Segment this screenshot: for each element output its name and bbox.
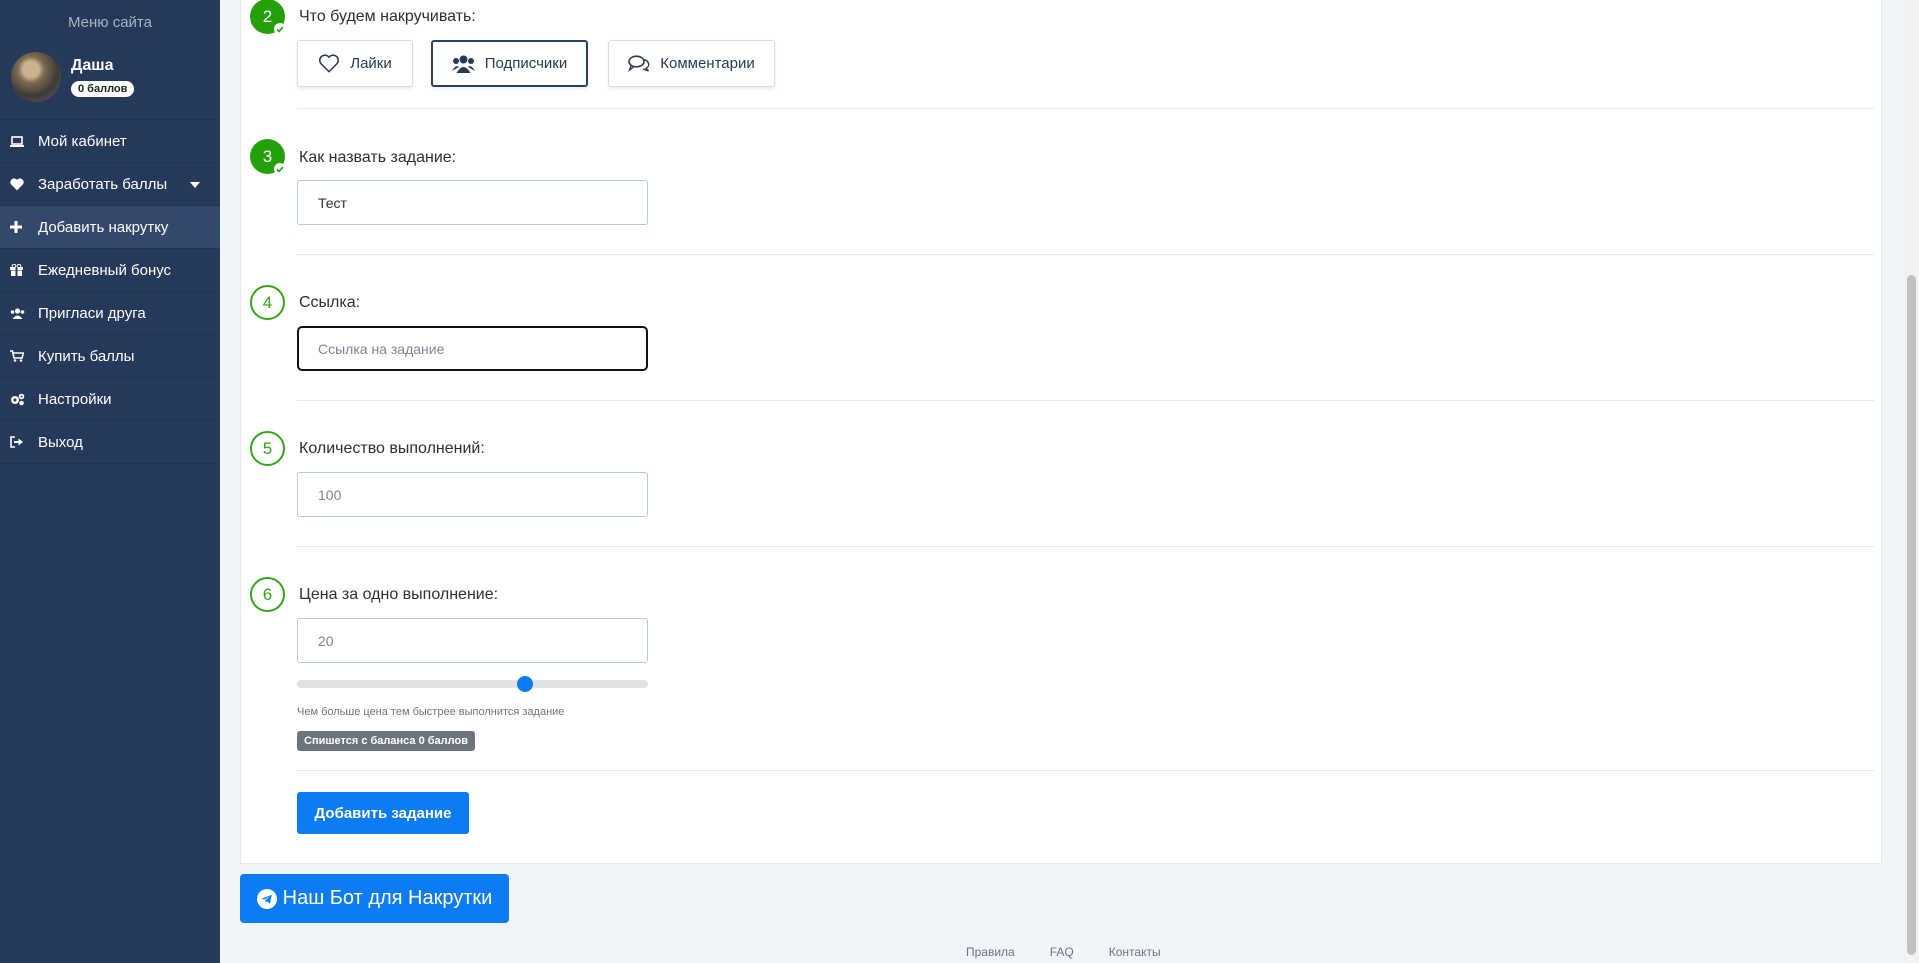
link-input[interactable] [297,326,648,371]
price-input[interactable] [297,618,648,663]
step-number: 3 [262,146,273,166]
plus-icon [10,221,38,233]
step-3-label: Как назвать задание: [299,149,457,166]
sidebar-item-earn-points[interactable]: Заработать баллы [0,163,220,206]
heart-outline-icon [319,54,340,73]
heart-icon [10,177,38,191]
divider [297,108,1874,109]
price-hint: Чем больше цена тем быстрее выполнится з… [297,706,565,718]
type-label: Подписчики [484,55,568,72]
step-6-label: Цена за одно выполнение: [299,586,499,603]
gears-icon [10,393,38,406]
task-name-input[interactable] [297,180,648,225]
step-5-badge: 5 [250,431,285,466]
divider [297,546,1874,547]
step-6-badge: 6 [250,577,285,612]
sidebar-item-label: Выход [38,433,83,451]
sidebar-item-logout[interactable]: Выход [0,421,220,464]
avatar[interactable] [11,51,61,102]
step-2-badge: 2 [250,0,286,35]
sidebar-item-label: Купить баллы [38,347,135,365]
user-profile[interactable]: Даша 0 баллов [0,38,220,102]
page-scrollbar[interactable] [1904,0,1919,963]
check-icon [274,23,286,35]
check-icon [274,163,286,175]
step-4-badge: 4 [250,285,285,320]
step-4-label: Ссылка: [299,294,361,311]
caret-down-icon [190,182,200,188]
sidebar: Меню сайта Даша 0 баллов Мой кабинет Зар… [0,0,220,963]
step-number: 6 [262,584,273,604]
sidebar-item-add-boost[interactable]: Добавить накрутку [0,206,220,249]
step-5-label: Количество выполнений: [299,440,485,457]
sidebar-item-label: Заработать баллы [38,175,168,193]
sidebar-item-settings[interactable]: Настройки [0,378,220,421]
sidebar-item-invite-friend[interactable]: Пригласи друга [0,292,220,335]
sidebar-menu: Мой кабинет Заработать баллы Добавить на… [0,119,220,464]
step-number: 5 [262,438,273,458]
sidebar-item-label: Мой кабинет [38,132,127,150]
divider [297,770,1874,771]
gift-icon [10,264,38,276]
sidebar-title: Меню сайта [68,14,152,31]
step-3-badge: 3 [250,139,286,175]
footer: Правила FAQ Контакты [966,945,1196,959]
users-icon [10,307,38,319]
divider [297,254,1874,255]
sidebar-item-label: Ежедневный бонус [38,261,172,279]
sidebar-item-my-account[interactable]: Мой кабинет [0,120,220,163]
telegram-bot-label: Наш Бот для Накрутки [282,887,493,909]
footer-link-contacts[interactable]: Контакты [1109,945,1161,959]
user-name: Даша [71,56,114,74]
add-task-button[interactable]: Добавить задание [297,792,469,834]
telegram-bot-button[interactable]: Наш Бот для Накрутки [240,874,509,923]
price-slider-thumb[interactable] [517,676,534,692]
type-label: Комментарии [660,55,755,72]
sidebar-item-label: Добавить накрутку [38,218,169,236]
sidebar-item-daily-bonus[interactable]: Ежедневный бонус [0,249,220,292]
telegram-icon [256,888,277,909]
type-likes-button[interactable]: Лайки [297,40,413,87]
price-slider[interactable] [297,676,648,692]
type-label: Лайки [350,55,392,72]
executions-count-input[interactable] [297,472,648,517]
sidebar-item-label: Настройки [38,390,112,408]
sidebar-item-buy-points[interactable]: Купить баллы [0,335,220,378]
divider [297,400,1874,401]
scrollbar-thumb[interactable] [1907,275,1916,955]
footer-link-faq[interactable]: FAQ [1050,945,1074,959]
task-form-card: 2 Что будем накручивать: Лайки Подписчик… [240,0,1882,864]
footer-link-rules[interactable]: Правила [966,945,1015,959]
sidebar-item-label: Пригласи друга [38,304,146,322]
sign-out-icon [10,436,38,448]
step-number: 4 [262,292,273,312]
points-badge: 0 баллов [71,80,135,97]
step-number: 2 [262,6,273,26]
type-comments-button[interactable]: Комментарии [608,40,775,87]
type-subscribers-button[interactable]: Подписчики [431,40,588,87]
step-2-label: Что будем накручивать: [299,8,476,25]
comments-icon [628,55,650,72]
cart-icon [10,350,38,362]
cost-badge: Спишется с баланса 0 баллов [297,731,475,751]
users-icon [451,55,475,73]
laptop-icon [10,135,38,147]
